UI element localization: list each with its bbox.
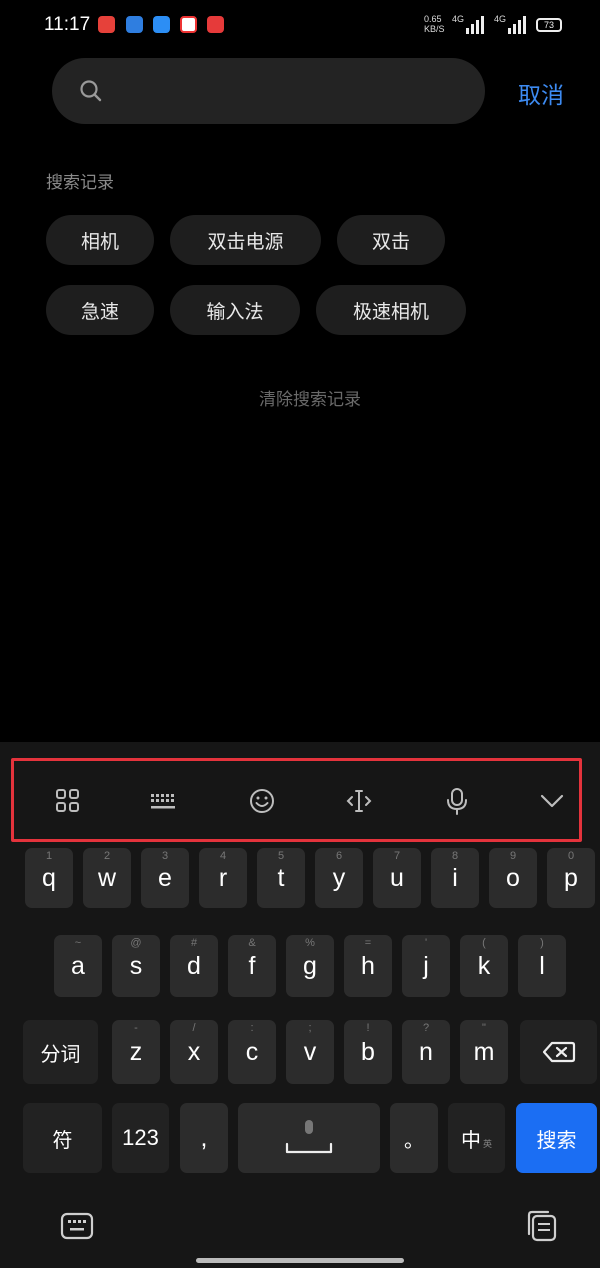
space-key[interactable]	[238, 1103, 380, 1173]
search-icon	[80, 80, 102, 102]
key-t[interactable]: 5t	[257, 848, 305, 908]
status-bar: 11:17 0.65 KB/S 4G 4G 73	[0, 0, 600, 52]
key-u[interactable]: 7u	[373, 848, 421, 908]
period-key[interactable]: 。	[390, 1103, 438, 1173]
key-m[interactable]: " m	[460, 1020, 508, 1084]
notification-app-icon	[126, 16, 143, 33]
history-chip[interactable]: 输入法	[170, 285, 300, 335]
comma-key[interactable]: ,	[180, 1103, 228, 1173]
key-h[interactable]: = h	[344, 935, 392, 997]
key-n[interactable]: ? n	[402, 1020, 450, 1084]
history-chip[interactable]: 极速相机	[316, 285, 466, 335]
symbol-key[interactable]: 符	[23, 1103, 102, 1173]
signal-icon	[508, 16, 526, 34]
key-z[interactable]: -z	[112, 1020, 160, 1084]
key-a[interactable]: ~ a	[54, 935, 102, 997]
cancel-button[interactable]: 取消	[518, 76, 564, 110]
key-b[interactable]: ! b	[344, 1020, 392, 1084]
notification-app-icon	[98, 16, 115, 33]
toolbar-highlight-box	[11, 758, 582, 842]
key-e[interactable]: 3e	[141, 848, 189, 908]
space-icon	[285, 1120, 333, 1154]
key-k[interactable]: (k	[460, 935, 508, 997]
key-w[interactable]: 2w	[83, 848, 131, 908]
notification-app-icon	[207, 16, 224, 33]
key-j[interactable]: ' j	[402, 935, 450, 997]
clock: 11:17	[44, 14, 91, 35]
history-chip[interactable]: 双击	[337, 215, 445, 265]
network-speed: 0.65 KB/S	[424, 14, 445, 34]
segment-key[interactable]: 分词	[23, 1020, 98, 1084]
backspace-icon	[542, 1041, 575, 1063]
backspace-key[interactable]	[520, 1020, 597, 1084]
battery-icon: 73	[536, 18, 562, 32]
key-o[interactable]: 9o	[489, 848, 537, 908]
number-key[interactable]: 123	[112, 1103, 169, 1173]
key-r[interactable]: 4r	[199, 848, 247, 908]
key-g[interactable]: % g	[286, 935, 334, 997]
key-y[interactable]: 6y	[315, 848, 363, 908]
key-q[interactable]: 1q	[25, 848, 73, 908]
sim2-label: 4G	[494, 14, 507, 24]
language-switch-key[interactable]: 中英	[448, 1103, 505, 1173]
key-v[interactable]: ; v	[286, 1020, 334, 1084]
key-p[interactable]: 0p	[547, 848, 595, 908]
key-d[interactable]: # d	[170, 935, 218, 997]
key-i[interactable]: 8i	[431, 848, 479, 908]
search-input[interactable]	[118, 64, 472, 120]
sim1-label: 4G	[452, 14, 465, 24]
keyboard-switch-icon[interactable]	[59, 1208, 95, 1244]
key-c[interactable]: :c	[228, 1020, 276, 1084]
key-x[interactable]: / x	[170, 1020, 218, 1084]
search-key[interactable]: 搜索	[516, 1103, 597, 1173]
home-indicator[interactable]	[196, 1258, 404, 1263]
key-f[interactable]: & f	[228, 935, 276, 997]
history-chip[interactable]: 双击电源	[170, 215, 321, 265]
notification-app-icon	[180, 16, 197, 33]
search-history-title: 搜索记录	[46, 173, 114, 193]
key-s[interactable]: @ s	[112, 935, 160, 997]
key-l[interactable]: ) l	[518, 935, 566, 997]
history-chip[interactable]: 急速	[46, 285, 154, 335]
history-chip[interactable]: 相机	[46, 215, 154, 265]
signal-icon	[466, 16, 484, 34]
clipboard-icon[interactable]	[524, 1208, 560, 1244]
notification-app-icon	[153, 16, 170, 33]
clear-history-button[interactable]: 清除搜索记录	[0, 385, 600, 410]
